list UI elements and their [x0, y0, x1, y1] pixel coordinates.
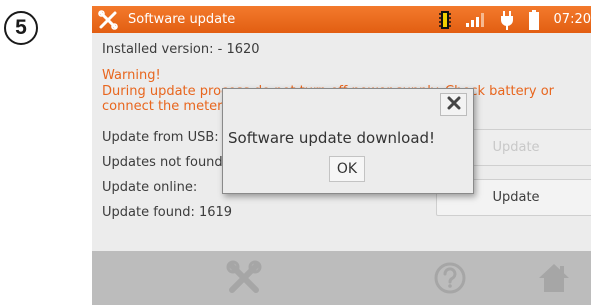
installed-version-text: Installed version: - 1620 — [102, 42, 260, 57]
download-dialog: Software update download! OK — [222, 88, 474, 194]
title-bar: Software update 07:20 — [92, 6, 591, 33]
warning-message-line2: connect the meter — [102, 99, 223, 114]
clock-readout: 07:20 — [553, 12, 591, 27]
device-screen: Software update 07:20 Installed version:… — [92, 6, 591, 305]
memory-chip-icon — [438, 10, 452, 30]
usb-update-status: Updates not found — [102, 155, 223, 170]
signal-bars-icon — [465, 12, 486, 27]
battery-icon — [528, 9, 540, 30]
bottom-toolbar — [92, 251, 591, 305]
online-update-status: Update found: 1619 — [102, 205, 233, 220]
plug-icon — [500, 10, 514, 30]
dialog-ok-button[interactable]: OK — [329, 156, 365, 182]
close-icon — [447, 95, 461, 114]
dialog-message: Software update download! — [228, 129, 436, 147]
status-bar: 07:20 — [438, 6, 591, 33]
warning-title: Warning! — [102, 68, 161, 83]
step-number-badge: 5 — [4, 11, 38, 45]
tools-icon — [94, 6, 122, 33]
window-title: Software update — [128, 12, 236, 27]
dialog-close-button[interactable] — [440, 93, 467, 116]
settings-tools-icon[interactable] — [222, 257, 266, 299]
online-update-label: Update online: — [102, 180, 198, 195]
help-icon[interactable] — [430, 257, 470, 299]
home-icon[interactable] — [534, 257, 574, 299]
usb-update-label: Update from USB: — [102, 130, 219, 145]
